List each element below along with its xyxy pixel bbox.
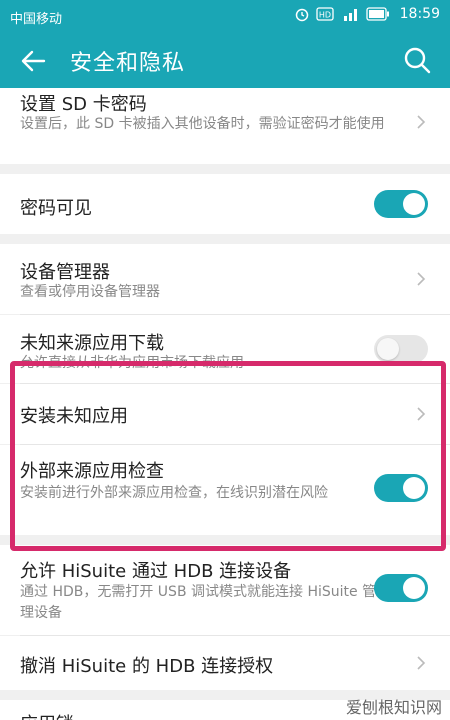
external-check-toggle[interactable] <box>374 474 428 502</box>
toggle-knob <box>403 193 425 215</box>
revoke-hdb-item[interactable]: 撤消 HiSuite 的 HDB 连接授权 <box>0 636 450 690</box>
sd-password-title: 设置 SD 卡密码 <box>20 94 147 115</box>
chevron-right-icon <box>417 115 426 129</box>
device-admin-subtitle: 查看或停用设备管理器 <box>20 284 160 300</box>
password-visible-title: 密码可见 <box>20 198 92 219</box>
hisuite-hdb-title: 允许 HiSuite 通过 HDB 连接设备 <box>20 561 292 582</box>
clock: 18:59 <box>399 6 440 22</box>
page-title: 安全和隐私 <box>70 51 186 76</box>
signal-4g-icon <box>343 9 357 21</box>
chevron-right-icon <box>417 656 426 670</box>
install-unknown-item[interactable]: 安装未知应用 <box>0 384 450 444</box>
watermark: 爱刨根知识网 <box>345 698 442 717</box>
install-unknown-title: 安装未知应用 <box>20 406 128 427</box>
external-check-item[interactable]: 外部来源应用检查 安装前进行外部来源应用检查，在线识别潜在风险 <box>0 445 450 535</box>
unknown-sources-toggle[interactable] <box>374 335 428 363</box>
back-arrow-icon[interactable] <box>18 46 48 76</box>
toggle-knob <box>377 338 399 360</box>
status-bar: 中国移动 HD 18:59 <box>0 0 450 32</box>
chevron-right-icon <box>417 272 426 286</box>
sd-password-subtitle: 设置后，此 SD 卡被插入其他设备时，需验证密码才能使用 <box>20 116 385 132</box>
unknown-sources-subtitle: 允许直接从非华为应用市场下载应用 <box>20 355 244 371</box>
external-check-subtitle: 安装前进行外部来源应用检查，在线识别潜在风险 <box>20 485 328 501</box>
carrier-label: 中国移动 <box>10 12 63 27</box>
unknown-sources-title: 未知来源应用下载 <box>20 333 164 354</box>
search-icon[interactable] <box>402 45 432 75</box>
chevron-right-icon <box>417 407 426 421</box>
toggle-knob <box>403 577 425 599</box>
app-lock-title: 应用锁 <box>20 710 74 720</box>
hisuite-hdb-item[interactable]: 允许 HiSuite 通过 HDB 连接设备 通过 HDB，无需打开 USB 调… <box>0 545 450 635</box>
hd-icon: HD <box>315 7 334 21</box>
app-bar: 安全和隐私 <box>0 32 450 88</box>
device-admin-item[interactable]: 设备管理器 查看或停用设备管理器 <box>0 244 450 314</box>
hisuite-hdb-subtitle: 通过 HDB，无需打开 USB 调试模式就能连接 HiSuite 管理设备 <box>20 584 377 621</box>
hisuite-hdb-toggle[interactable] <box>374 574 428 602</box>
revoke-hdb-title: 撤消 HiSuite 的 HDB 连接授权 <box>20 656 274 677</box>
battery-icon <box>365 7 389 21</box>
svg-text:HD: HD <box>319 11 331 20</box>
sd-password-item[interactable]: 设置 SD 卡密码 设置后，此 SD 卡被插入其他设备时，需验证密码才能使用 <box>0 88 450 164</box>
toggle-knob <box>403 477 425 499</box>
unknown-sources-item[interactable]: 未知来源应用下载 允许直接从非华为应用市场下载应用 <box>0 315 450 383</box>
device-admin-title: 设备管理器 <box>20 262 110 283</box>
external-check-title: 外部来源应用检查 <box>20 461 164 482</box>
alarm-icon <box>295 8 308 22</box>
password-visible-toggle[interactable] <box>374 190 428 218</box>
password-visible-item[interactable]: 密码可见 <box>0 174 450 234</box>
status-icons: HD 18:59 <box>294 6 440 22</box>
